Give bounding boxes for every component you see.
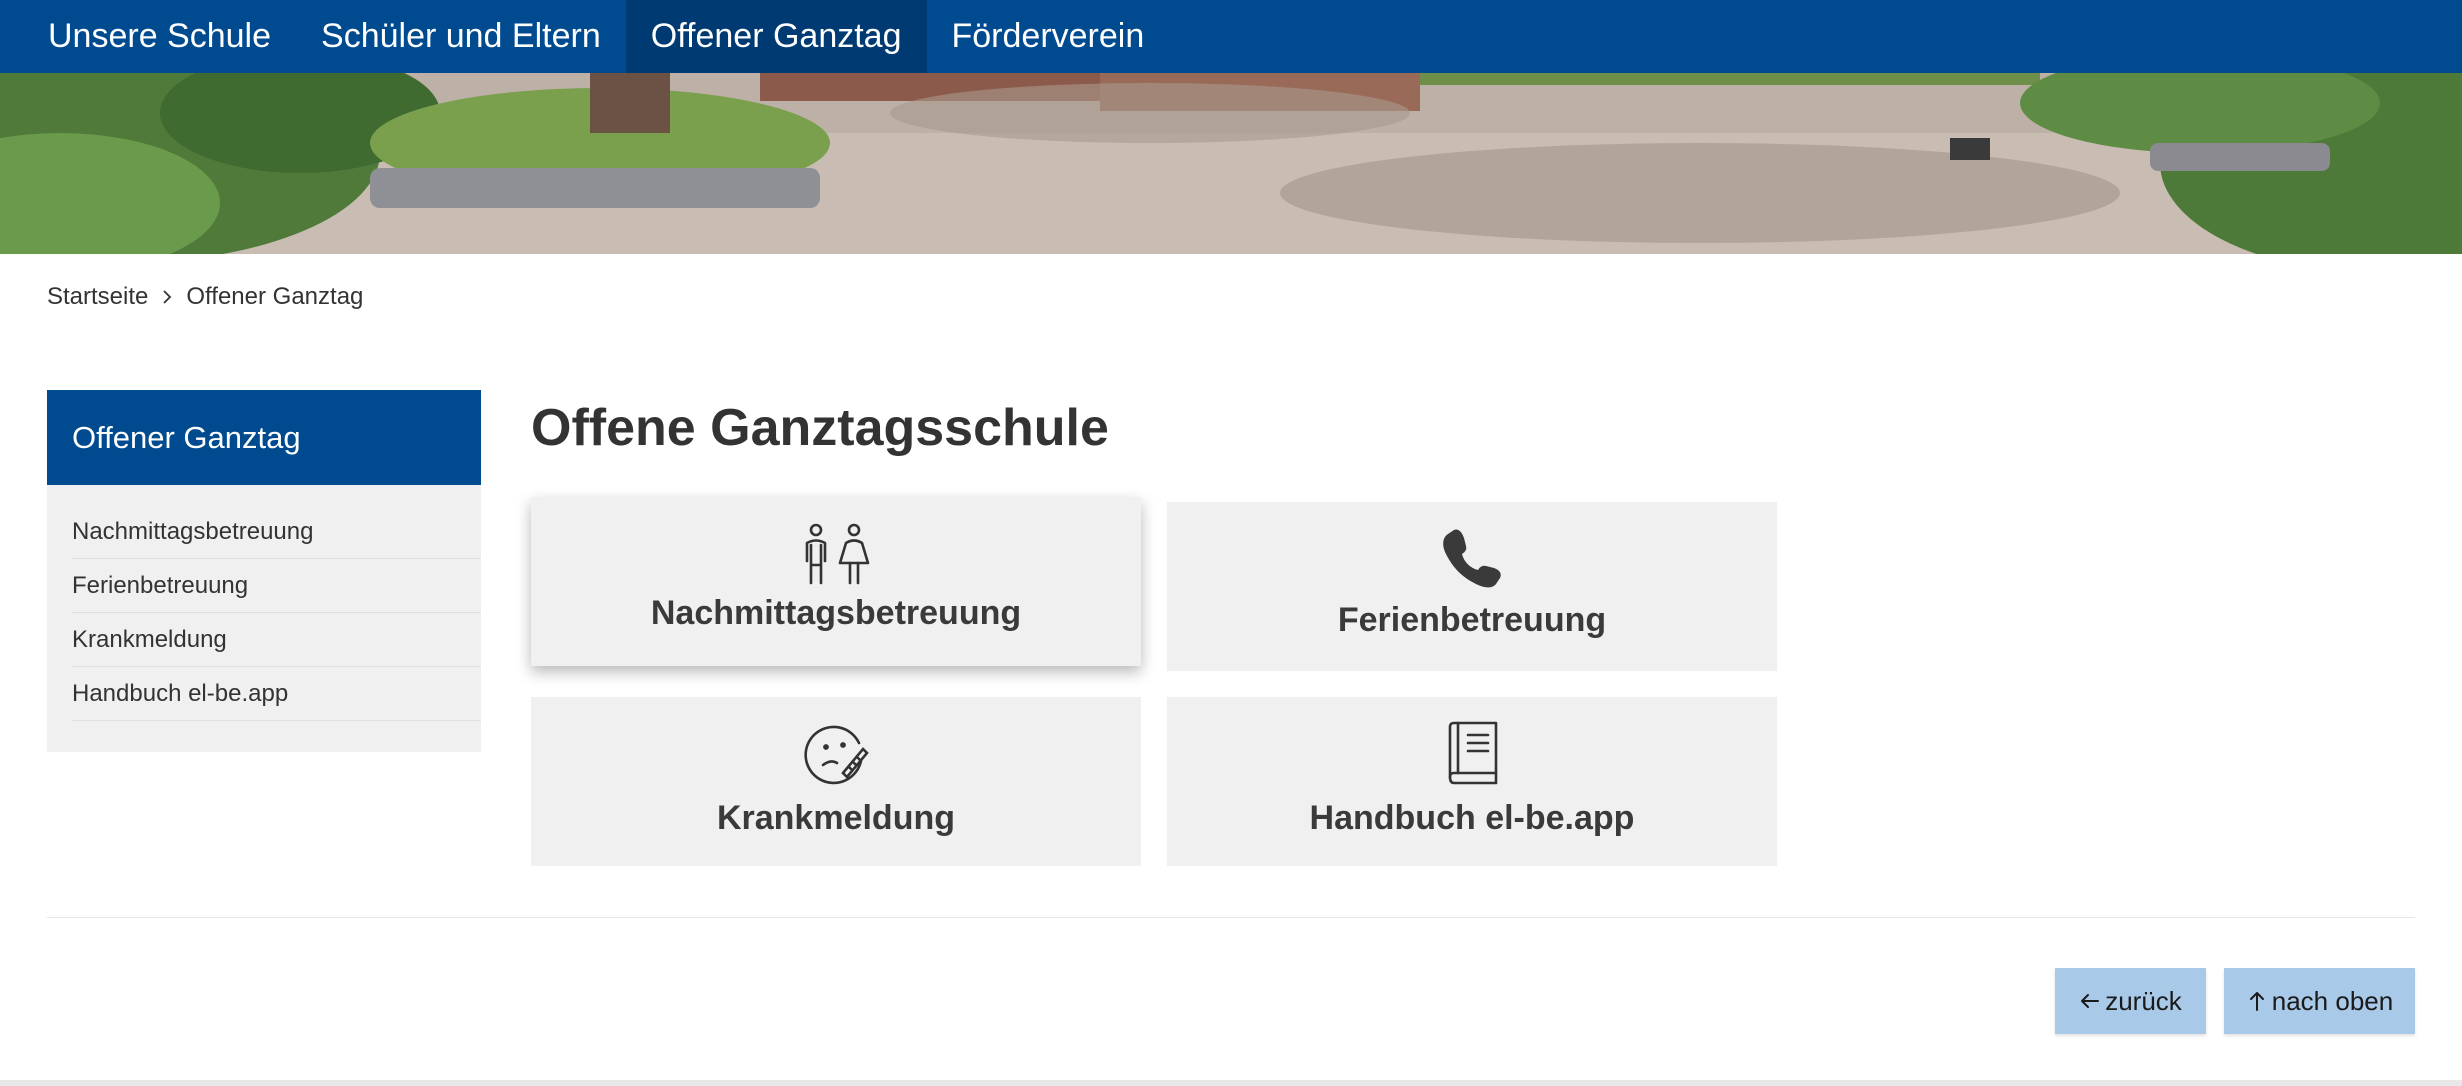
sidebar-list: Nachmittagsbetreuung Ferienbetreuung Kra… — [47, 485, 481, 721]
breadcrumb-home-link[interactable]: Startseite — [47, 283, 148, 311]
breadcrumb: Startseite Offener Ganztag — [47, 283, 363, 311]
back-button-label: zurück — [2105, 985, 2182, 1016]
arrow-up-icon — [2249, 992, 2264, 1011]
tile-krankmeldung[interactable]: Krankmeldung — [531, 697, 1141, 866]
sidebar-item-nachmittagsbetreuung[interactable]: Nachmittagsbetreuung — [72, 505, 481, 559]
children-icon — [805, 523, 870, 585]
back-to-top-button[interactable]: nach oben — [2224, 968, 2415, 1034]
phone-icon — [1443, 529, 1501, 588]
back-to-top-button-label: nach oben — [2271, 985, 2394, 1016]
breadcrumb-current: Offener Ganztag — [186, 283, 364, 310]
hero-banner-image — [0, 73, 2462, 254]
sidebar-item-handbuch[interactable]: Handbuch el-be.app — [72, 667, 481, 721]
arrow-left-icon — [2081, 994, 2100, 1008]
tile-label: Nachmittagsbetreuung — [650, 594, 1022, 632]
top-navigation: Unsere Schule Schüler und Eltern Offener… — [0, 0, 2462, 73]
sidebar-item-krankmeldung[interactable]: Krankmeldung — [72, 613, 481, 667]
nav-item-offener-ganztag[interactable]: Offener Ganztag — [625, 0, 927, 73]
page-bottom-edge — [0, 1080, 2462, 1086]
content-divider — [47, 917, 2415, 918]
page-title: Offene Ganztagsschule — [531, 399, 1109, 457]
book-icon — [1448, 721, 1498, 785]
tile-label: Handbuch el-be.app — [1309, 799, 1635, 837]
nav-item-unsere-schule[interactable]: Unsere Schule — [23, 0, 296, 73]
nav-item-schueler-und-eltern[interactable]: Schüler und Eltern — [296, 0, 626, 73]
tile-handbuch[interactable]: Handbuch el-be.app — [1167, 697, 1777, 866]
tile-nachmittagsbetreuung[interactable]: Nachmittagsbetreuung — [531, 497, 1141, 666]
sick-face-thermometer-icon — [804, 725, 869, 785]
back-button[interactable]: zurück — [2055, 968, 2206, 1034]
tile-label: Ferienbetreuung — [1337, 601, 1607, 639]
nav-item-foerderverein[interactable]: Förderverein — [927, 0, 1170, 73]
tile-ferienbetreuung[interactable]: Ferienbetreuung — [1167, 502, 1777, 671]
chevron-right-icon — [163, 290, 172, 304]
tile-label: Krankmeldung — [716, 799, 956, 837]
sidebar-item-ferienbetreuung[interactable]: Ferienbetreuung — [72, 559, 481, 613]
sidebar-title[interactable]: Offener Ganztag — [47, 390, 481, 485]
sidebar: Offener Ganztag Nachmittagsbetreuung Fer… — [47, 390, 481, 752]
